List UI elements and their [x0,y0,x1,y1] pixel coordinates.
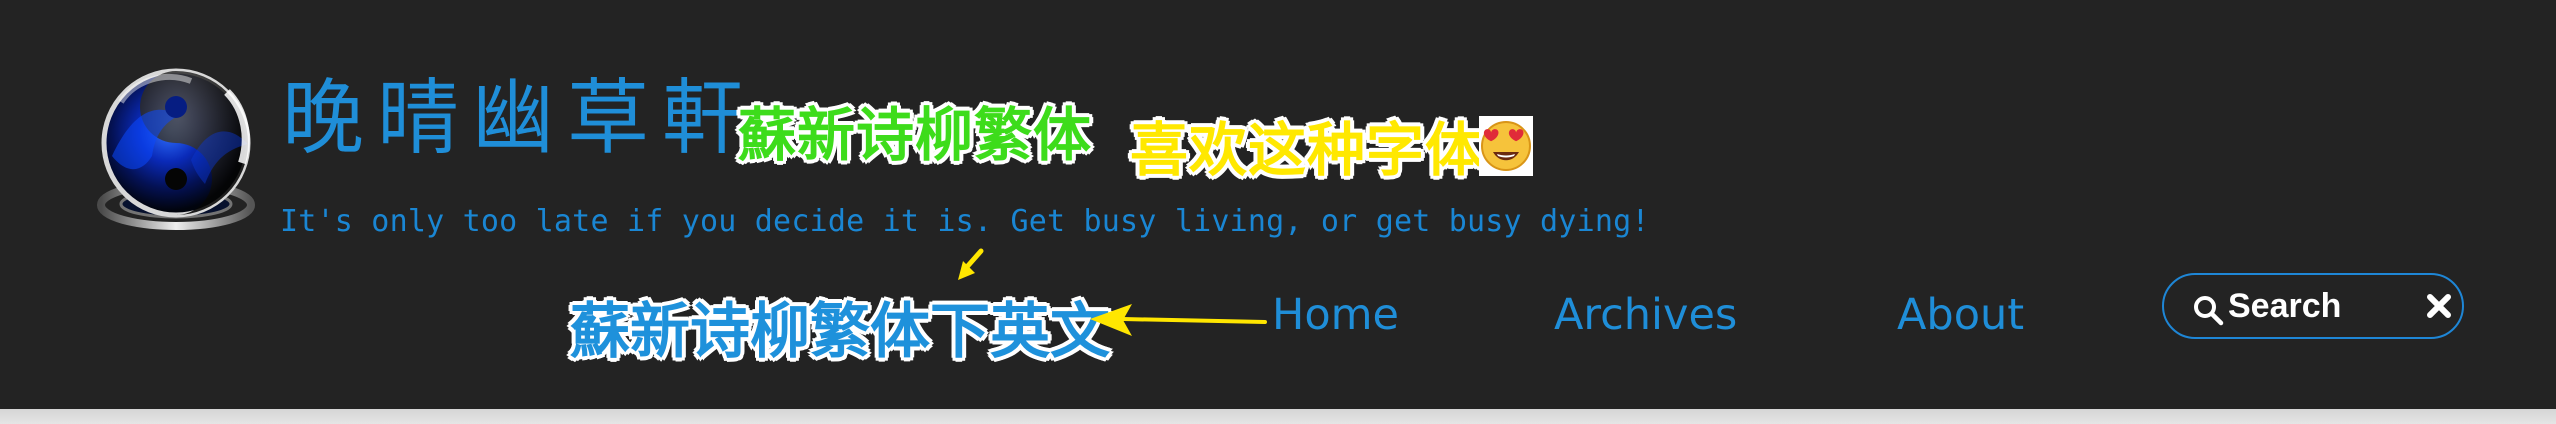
font-preference-annotation: 喜欢这种字体 [1130,116,1485,184]
main-navigation: Home Archives About [1272,289,2032,349]
site-header: 晚晴幽草軒 蘇新诗柳繁体 喜欢这种字体 It's only too late i… [0,0,2556,409]
site-subtitle: It's only too late if you decide it is. … [280,204,1650,239]
nav-archives-link[interactable]: Archives [1554,289,1737,341]
site-title[interactable]: 晚晴幽草軒 [282,78,757,160]
site-logo[interactable] [85,52,265,232]
nav-about-link[interactable]: About [1897,289,2024,341]
page: 晚晴幽草軒 蘇新诗柳繁体 喜欢这种字体 It's only too late i… [0,0,2556,424]
small-annotation-arrow-icon [958,248,984,280]
clear-search-button[interactable] [2426,293,2452,319]
page-divider [0,409,2556,424]
search-box[interactable] [2162,273,2464,339]
yin-yang-logo-icon [97,68,255,230]
nav-home-link[interactable]: Home [1272,289,1399,341]
heart-eyes-icon [1481,121,1531,171]
search-input[interactable] [2228,285,2408,327]
title-font-annotation: 蘇新诗柳繁体 [738,101,1093,169]
subtitle-font-annotation: 蘇新诗柳繁体下英文 [570,297,1110,367]
long-annotation-arrow-icon [1090,304,1267,336]
search-icon [2194,296,2224,326]
close-icon [2427,294,2451,318]
heart-eyes-emoji-icon [1479,116,1533,176]
